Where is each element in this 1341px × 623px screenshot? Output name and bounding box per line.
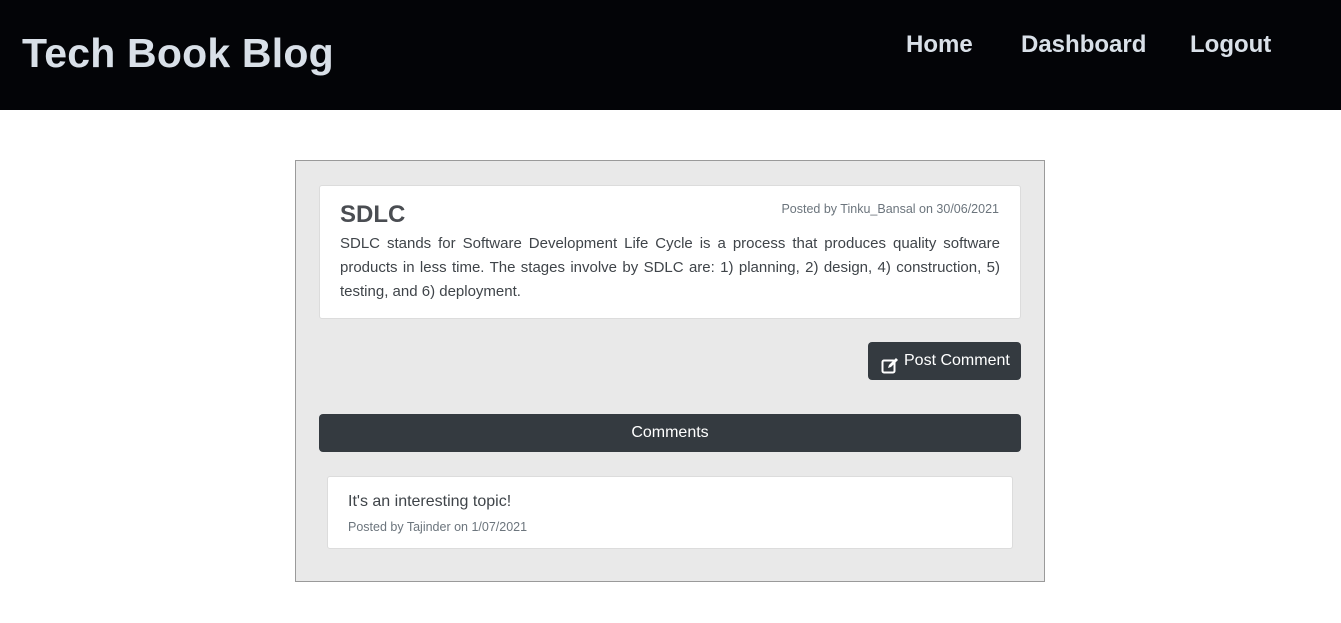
site-brand[interactable]: Tech Book Blog <box>22 28 334 78</box>
nav-link-dashboard[interactable]: Dashboard <box>1021 28 1146 62</box>
post-meta: Posted by Tinku_Bansal on 30/06/2021 <box>781 202 999 216</box>
post-comment-label: Post Comment <box>904 352 1010 369</box>
post-panel: SDLC Posted by Tinku_Bansal on 30/06/202… <box>295 160 1045 582</box>
post-comment-button[interactable]: Post Comment <box>868 342 1021 380</box>
post-card: SDLC Posted by Tinku_Bansal on 30/06/202… <box>319 185 1021 319</box>
comment-meta: Posted by Tajinder on 1/07/2021 <box>348 520 528 534</box>
nav-link-logout[interactable]: Logout <box>1190 28 1271 62</box>
navbar: Tech Book Blog Home Dashboard Logout <box>0 0 1341 110</box>
comments-header: Comments <box>319 414 1021 452</box>
post-title: SDLC <box>340 201 406 228</box>
comment-text: It's an interesting topic! <box>348 493 512 510</box>
post-body: SDLC stands for Software Development Lif… <box>340 235 1000 300</box>
comment-card: It's an interesting topic! Posted by Taj… <box>327 476 1013 549</box>
edit-icon <box>881 352 899 374</box>
nav-link-home[interactable]: Home <box>906 28 973 62</box>
